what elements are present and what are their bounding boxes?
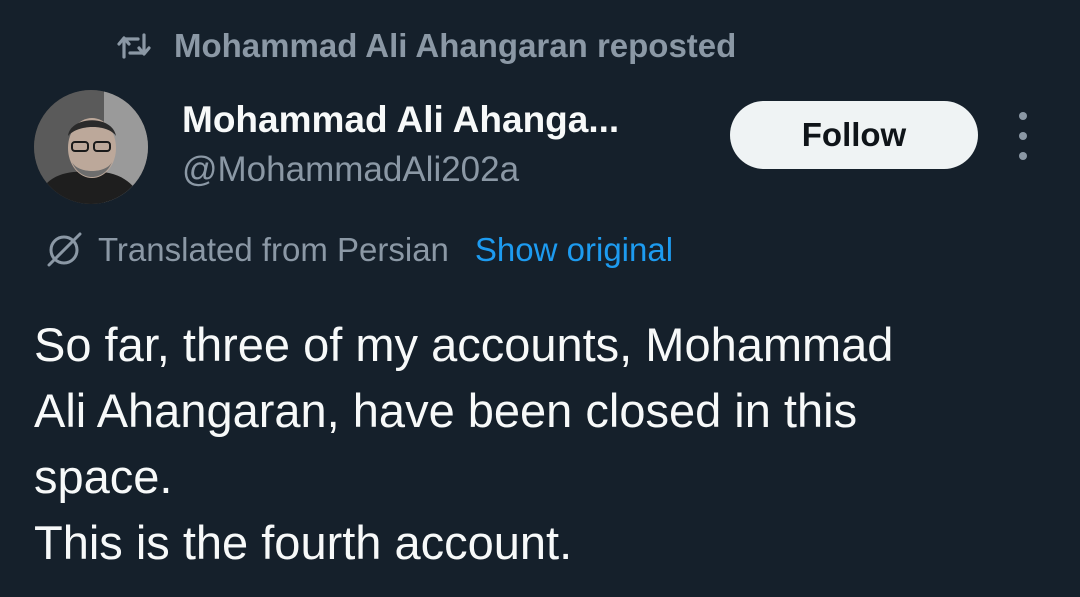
avatar[interactable] — [34, 90, 148, 204]
repost-context[interactable]: Mohammad Ali Ahangaran reposted — [116, 26, 736, 66]
repost-icon — [116, 31, 152, 61]
tweet-line: space. — [34, 450, 173, 503]
more-dot — [1019, 132, 1027, 140]
follow-button[interactable]: Follow — [730, 101, 978, 169]
more-dot — [1019, 112, 1027, 120]
repost-text: Mohammad Ali Ahangaran reposted — [174, 27, 737, 64]
show-original-link[interactable]: Show original — [475, 228, 673, 272]
more-options-icon[interactable] — [1008, 112, 1038, 160]
more-dot — [1019, 152, 1027, 160]
tweet-line: This is the fourth account. — [34, 516, 573, 569]
author-display-name[interactable]: Mohammad Ali Ahanga... — [182, 98, 619, 142]
globe-slash-icon — [47, 232, 82, 267]
author-handle[interactable]: @MohammadAli202a — [182, 148, 519, 192]
tweet-text: So far, three of my accounts, Mohammad A… — [34, 312, 1054, 576]
tweet-line: Ali Ahangaran, have been closed in this — [34, 384, 858, 437]
translated-label: Translated from Persian — [98, 231, 449, 268]
tweet-line: So far, three of my accounts, Mohammad — [34, 318, 894, 371]
translation-notice: Translated from Persian Show original — [44, 228, 673, 272]
